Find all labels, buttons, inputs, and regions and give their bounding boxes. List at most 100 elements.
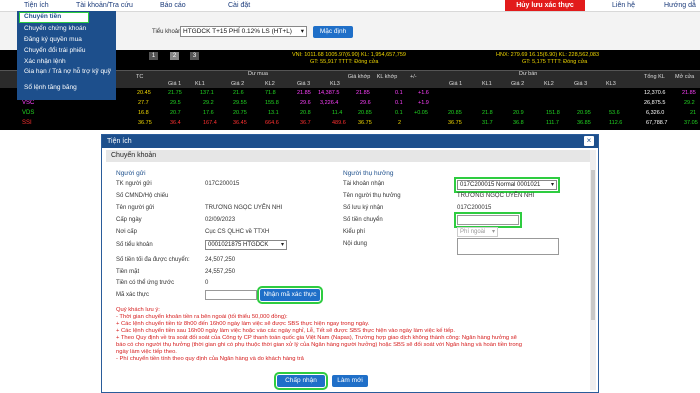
row-gia2: 36.45 — [233, 120, 247, 126]
row-tong-kl: 67,788.7 — [646, 120, 668, 126]
custody-value: 017C200015 — [457, 205, 492, 211]
menu-item-dang-ky-quyen-mua[interactable]: Đăng ký quyền mua — [17, 34, 116, 45]
fee-type-select[interactable]: Phí ngoài ▾ — [457, 227, 498, 237]
row-kl1: 167.4 — [203, 120, 217, 126]
beneficiary-name-label: Tên người thụ hưởng — [343, 193, 401, 199]
row-kl-khop: 0.1 — [395, 110, 403, 116]
menu-bao-cao[interactable]: Báo cáo — [160, 2, 186, 9]
col-tc: TC — [136, 74, 144, 80]
row-ban-gia1: 36.75 — [448, 120, 462, 126]
amount-input[interactable] — [454, 212, 522, 228]
menu-item-so-lenh[interactable]: Sổ lệnh tăng băng — [17, 82, 116, 93]
row-kl2: 155.8 — [265, 100, 279, 106]
transfer-modal: Tiện ích × Chuyển khoản Người gửi TK ngư… — [101, 134, 599, 393]
modal-scrollbar[interactable] — [590, 150, 596, 390]
account-label: Tiểu khoản — [152, 29, 182, 35]
col-du-mua: Dư mua — [248, 71, 268, 77]
content-textarea[interactable] — [457, 238, 559, 255]
amount-label: Số tiền chuyển — [343, 217, 383, 223]
content-label: Nội dung — [343, 241, 368, 247]
default-button[interactable]: Mặc định — [313, 26, 353, 38]
note-line: báo có cho người thụ hưởng (thời gian gh… — [116, 342, 522, 348]
receive-account-select[interactable]: 017C200015 Normal 0001021 ▾ — [454, 177, 560, 193]
accept-button[interactable]: Chấp nhận — [274, 372, 328, 390]
page-1-button[interactable]: 1 — [149, 52, 158, 60]
row-gia3: 21.85 — [297, 90, 311, 96]
advance-label: Tiền có thể ứng trước — [116, 280, 175, 286]
row-kl-khop: 0.1 — [395, 100, 403, 106]
row-kl3: 11.4 — [332, 110, 343, 116]
row-mo-cua: 37.05 — [684, 120, 698, 126]
row-gia2: 20.75 — [233, 110, 247, 116]
row-gia-khop: 36.75 — [358, 120, 372, 126]
issue-date-label: Cấp ngày — [116, 217, 142, 223]
max-amount-label: Số tiền tối đa được chuyển: — [116, 257, 190, 263]
col-kl-khop: KL khớp — [376, 74, 398, 80]
menu-item-chuyen-chung-khoan[interactable]: Chuyển chứng khoán — [17, 23, 116, 34]
modal-title: Tiện ích — [102, 135, 598, 148]
receive-account-label: Tài khoản nhận — [343, 181, 385, 187]
row-ban-gia3: 36.85 — [577, 120, 591, 126]
issue-place-label: Nơi cấp — [116, 229, 137, 235]
chevron-down-icon: ▾ — [300, 28, 304, 35]
menu-item-xac-nhan-lenh[interactable]: Xác nhận lệnh — [17, 56, 116, 67]
row-gia1: 29.5 — [170, 100, 181, 106]
custody-label: Số lưu ký nhận — [343, 205, 384, 211]
menu-item-chuyen-doi-trai-phieu[interactable]: Chuyển đổi trái phiếu — [17, 45, 116, 56]
row-ban-gia1: 20.85 — [448, 110, 462, 116]
row-symbol: SSI — [22, 120, 32, 126]
row-ban-gia3: 20.95 — [577, 110, 591, 116]
col-ban-gia1: Giá 1 — [449, 81, 463, 87]
vni-index: VNI: 1011.68 1005.97(6.90) KL: 1,954,657… — [292, 52, 406, 58]
row-kl1: 17.6 — [203, 110, 214, 116]
sub-account-select-value: 0001021875 HTGDCK — [208, 242, 269, 248]
cancel-auth-button[interactable]: Hủy lưu xác thực — [505, 0, 585, 11]
sender-id-label: Số CMND/Hộ chiếu — [116, 193, 169, 199]
page-3-button[interactable]: 3 — [190, 52, 199, 60]
row-tc: 20.45 — [137, 90, 151, 96]
row-gia3: 29.6 — [300, 100, 311, 106]
col-gia3: Giá 3 — [297, 81, 311, 87]
menu-item-chuyen-tien[interactable]: Chuyển tiền — [19, 12, 89, 23]
row-kl1: 137.1 — [200, 90, 214, 96]
menu-cai-dat[interactable]: Cài đặt — [228, 2, 250, 9]
col-du-ban: Dư bán — [519, 71, 538, 77]
account-select[interactable]: HTGDCK T+15 PHÍ 0.12% LS (HT+L) ▾ — [180, 26, 307, 37]
table-row[interactable]: VSC 27.7 29.5 29.2 29.55 155.8 29.6 3,22… — [0, 99, 700, 108]
menu-lien-he[interactable]: Liên hệ — [612, 2, 635, 9]
row-kl3: 489.6 — [332, 120, 346, 126]
col-plus-minus: +/- — [410, 74, 417, 80]
row-gia1: 21.75 — [168, 90, 182, 96]
col-ban-kl2: KL2 — [544, 81, 554, 87]
col-gia1: Giá 1 — [168, 81, 182, 87]
row-gia-khop: 29.6 — [360, 100, 371, 106]
col-mo-cua: Mở cửa — [675, 74, 695, 80]
tien-ich-dropdown: Chuyển tiền Chuyển chứng khoán Đăng ký q… — [17, 11, 116, 100]
fee-type-select-value: Phí ngoài — [460, 229, 486, 235]
get-auth-code-button[interactable]: Nhận mã xác thực — [257, 286, 323, 304]
row-kl2: 664.6 — [265, 120, 279, 126]
sender-section-title: Người gửi — [116, 170, 146, 177]
page-2-button[interactable]: 2 — [170, 52, 179, 60]
menu-huong-dan[interactable]: Hướng dẫ — [664, 2, 696, 9]
row-tc: 36.75 — [138, 120, 152, 126]
table-row[interactable]: VDS 16.8 20.7 17.6 20.75 13.1 20.8 11.4 … — [0, 109, 700, 118]
menu-tien-ich[interactable]: Tiện ích — [24, 2, 49, 9]
row-ban-gia2: 36.8 — [513, 120, 524, 126]
sub-account-select[interactable]: 0001021875 HTGDCK ▾ — [205, 240, 287, 250]
auth-code-input[interactable] — [205, 290, 257, 300]
scrollbar-thumb[interactable] — [591, 170, 595, 320]
sub-account-label: Số tiểu khoản — [116, 242, 153, 248]
reset-button[interactable]: Làm mới — [332, 375, 368, 387]
col-ban-kl3: KL3 — [606, 81, 616, 87]
menu-item-gia-han[interactable]: Gia hạn / Trả nợ hỗ trợ kỹ quỹ — [17, 67, 116, 82]
beneficiary-name-value: TRƯƠNG NGỌC UYÊN NHI — [457, 193, 535, 199]
row-mo-cua: 29.2 — [684, 100, 695, 106]
table-row[interactable]: SSI 36.75 36.4 167.4 36.45 664.6 36.7 48… — [0, 119, 700, 128]
col-ban-gia2: Giá 2 — [511, 81, 525, 87]
row-kl1: 29.2 — [203, 100, 214, 106]
row-gia-khop: 20.85 — [358, 110, 372, 116]
close-icon[interactable]: × — [584, 136, 594, 146]
col-ban-gia3: Giá 3 — [574, 81, 588, 87]
menu-tai-khoan-tra-cuu[interactable]: Tài khoản/Tra cứu — [76, 2, 133, 9]
